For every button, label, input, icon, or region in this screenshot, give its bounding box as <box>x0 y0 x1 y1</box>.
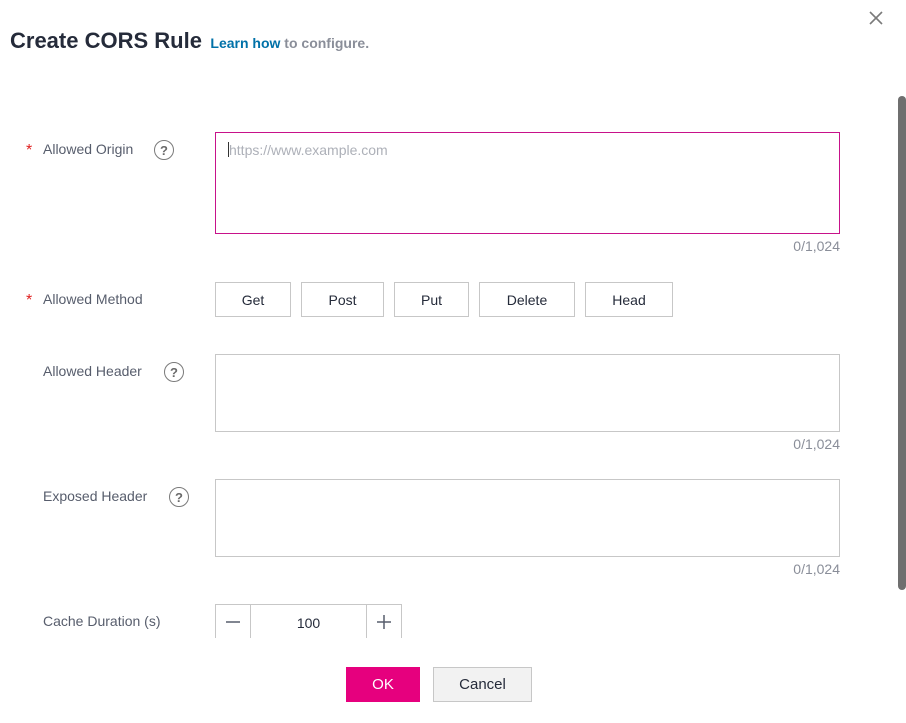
minus-icon[interactable] <box>216 605 250 638</box>
help-icon[interactable]: ? <box>164 362 184 382</box>
cache-duration-input[interactable]: 100 <box>250 605 367 638</box>
method-post-button[interactable]: Post <box>301 282 384 317</box>
required-marker: * <box>26 292 33 309</box>
cancel-button[interactable]: Cancel <box>433 667 532 702</box>
required-marker: * <box>26 142 33 159</box>
scrollbar[interactable] <box>898 96 906 590</box>
allowed-header-label: Allowed Header <box>43 363 142 379</box>
exposed-header-field[interactable] <box>215 479 840 557</box>
create-cors-rule-dialog: Create CORS Rule Learn how to configure.… <box>0 0 906 723</box>
allowed-origin-label: Allowed Origin <box>43 141 134 157</box>
allowed-origin-placeholder: https://www.example.com <box>229 142 388 158</box>
learn-how-link[interactable]: Learn how <box>210 35 280 51</box>
ok-button[interactable]: OK <box>346 667 420 702</box>
method-get-button[interactable]: Get <box>215 282 291 317</box>
exposed-header-counter: 0/1,024 <box>793 561 840 577</box>
method-head-button[interactable]: Head <box>585 282 673 317</box>
help-icon[interactable]: ? <box>154 140 174 160</box>
dialog-title: Create CORS Rule <box>10 28 202 53</box>
method-put-button[interactable]: Put <box>394 282 469 317</box>
plus-icon[interactable] <box>367 605 401 638</box>
dialog-header: Create CORS Rule Learn how to configure. <box>10 28 369 54</box>
exposed-header-label: Exposed Header <box>43 488 148 504</box>
allowed-origin-counter: 0/1,024 <box>793 238 840 254</box>
learn-how-suffix: to configure. <box>280 35 370 51</box>
allowed-origin-field[interactable]: https://www.example.com <box>215 132 840 234</box>
help-icon[interactable]: ? <box>169 487 189 507</box>
scrollbar-thumb[interactable] <box>898 96 906 590</box>
method-delete-button[interactable]: Delete <box>479 282 575 317</box>
allowed-method-label: Allowed Method <box>43 291 143 307</box>
allowed-header-counter: 0/1,024 <box>793 436 840 452</box>
close-icon[interactable] <box>864 6 888 30</box>
cache-duration-label: Cache Duration (s) <box>43 613 161 629</box>
allowed-header-field[interactable] <box>215 354 840 432</box>
cache-duration-stepper: 100 <box>215 604 402 638</box>
